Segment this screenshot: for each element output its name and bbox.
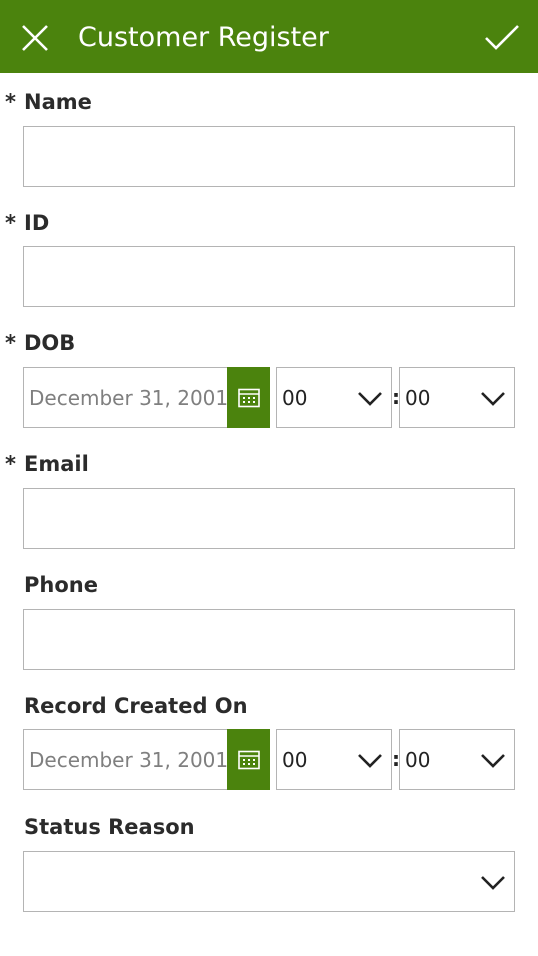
record-created-date-input[interactable] bbox=[23, 729, 228, 790]
app-header: Customer Register bbox=[0, 0, 538, 73]
phone-label: Phone bbox=[24, 573, 98, 597]
dob-hour-select[interactable]: 00 bbox=[276, 367, 392, 428]
chevron-down-icon bbox=[481, 876, 505, 890]
name-input[interactable] bbox=[23, 126, 515, 187]
chevron-down-icon bbox=[358, 392, 382, 406]
required-marker: * bbox=[5, 331, 16, 355]
calendar-icon bbox=[237, 750, 260, 769]
id-input[interactable] bbox=[23, 246, 515, 307]
record-created-calendar-button[interactable] bbox=[227, 729, 270, 790]
record-created-minute-select[interactable]: 00 bbox=[399, 729, 515, 790]
chevron-down-icon bbox=[358, 754, 382, 768]
page-title: Customer Register bbox=[78, 22, 329, 53]
record-created-minute-value: 00 bbox=[405, 748, 431, 772]
status-reason-label: Status Reason bbox=[24, 815, 195, 839]
record-created-hour-value: 00 bbox=[282, 748, 308, 772]
dob-calendar-button[interactable] bbox=[227, 367, 270, 428]
dob-label: DOB bbox=[24, 331, 76, 355]
checkmark-icon bbox=[485, 25, 519, 50]
close-icon bbox=[22, 25, 48, 51]
dob-minute-value: 00 bbox=[405, 386, 431, 410]
id-label: ID bbox=[24, 211, 50, 235]
chevron-down-icon bbox=[481, 392, 505, 406]
email-label: Email bbox=[24, 452, 89, 476]
close-button[interactable] bbox=[14, 17, 56, 59]
phone-input[interactable] bbox=[23, 609, 515, 670]
submit-button[interactable] bbox=[480, 17, 524, 59]
status-reason-select[interactable] bbox=[23, 851, 515, 912]
calendar-icon bbox=[237, 388, 260, 407]
record-created-on-label: Record Created On bbox=[24, 694, 248, 718]
required-marker: * bbox=[5, 211, 16, 235]
email-input[interactable] bbox=[23, 488, 515, 549]
dob-minute-select[interactable]: 00 bbox=[399, 367, 515, 428]
dob-date-input[interactable] bbox=[23, 367, 228, 428]
required-marker: * bbox=[5, 90, 16, 114]
required-marker: * bbox=[5, 452, 16, 476]
chevron-down-icon bbox=[481, 754, 505, 768]
name-label: Name bbox=[24, 90, 92, 114]
dob-hour-value: 00 bbox=[282, 386, 308, 410]
record-created-hour-select[interactable]: 00 bbox=[276, 729, 392, 790]
